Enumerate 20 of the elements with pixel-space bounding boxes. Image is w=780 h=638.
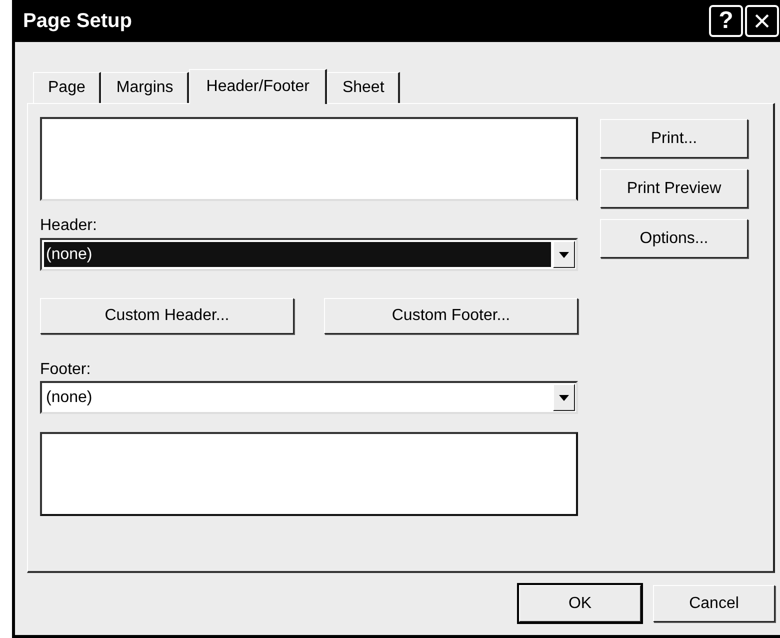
help-button[interactable]: ? <box>709 5 743 37</box>
side-button[interactable]: Print... <box>600 119 748 158</box>
field-label: Header: <box>40 216 98 236</box>
dialog-button[interactable]: OK <box>519 585 641 622</box>
dropdown-field[interactable]: (none) <box>40 381 578 414</box>
side-button[interactable]: Options... <box>600 219 748 258</box>
close-button[interactable]: × <box>745 5 779 37</box>
dropdown-value: (none) <box>44 242 551 267</box>
side-button[interactable]: Print Preview <box>600 169 748 208</box>
tab[interactable]: Page <box>33 72 102 103</box>
tab[interactable]: Margins <box>101 72 190 103</box>
field-label: Footer: <box>40 360 92 380</box>
tab[interactable]: Header/Footer <box>189 69 328 104</box>
tab[interactable]: Sheet <box>327 72 400 103</box>
dropdown-value: (none) <box>45 388 94 408</box>
custom-button[interactable]: Custom Footer... <box>324 298 578 334</box>
dropdown-field[interactable]: (none) <box>40 238 578 271</box>
dialog-button[interactable]: Cancel <box>653 585 775 622</box>
custom-button[interactable]: Custom Header... <box>40 298 294 334</box>
window-title: Page Setup <box>23 9 133 34</box>
